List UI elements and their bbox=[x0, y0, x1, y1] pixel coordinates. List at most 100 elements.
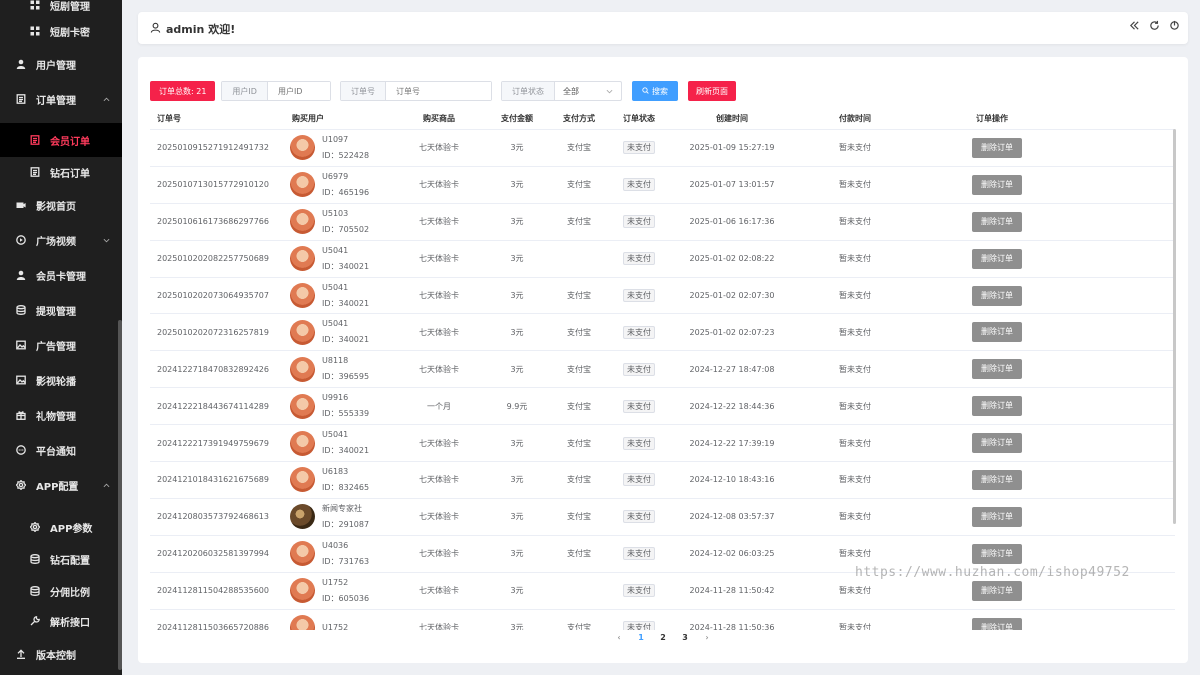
status-badge: 未支付 bbox=[623, 178, 655, 192]
status-cell: 未支付 bbox=[612, 141, 666, 155]
actions-cell: 删除订单 bbox=[912, 174, 1072, 195]
sidebar-item[interactable]: APP配置 bbox=[0, 468, 122, 502]
status-cell: 未支付 bbox=[612, 362, 666, 376]
sidebar-scrollbar[interactable] bbox=[118, 320, 122, 670]
fullscreen-icon[interactable] bbox=[1169, 20, 1180, 34]
amount: 3元 bbox=[510, 549, 524, 559]
buyer-id: ID：705502 bbox=[322, 224, 370, 234]
delete-order-button[interactable]: 删除订单 bbox=[972, 211, 1022, 232]
order-no-input[interactable] bbox=[385, 82, 491, 100]
sidebar-item[interactable]: 广告管理 bbox=[0, 328, 122, 362]
image-icon bbox=[14, 338, 28, 352]
orders-table: 订单号 购买用户 购买商品 支付金额 支付方式 订单状态 创建时间 付款时间 订… bbox=[150, 108, 1175, 630]
watermark: https://www.huzhan.com/ishop49752 bbox=[855, 565, 1130, 580]
sidebar-item[interactable]: APP参数 bbox=[0, 510, 122, 544]
product: 七天体验卡 bbox=[419, 327, 459, 337]
buyer-id: ID：555339 bbox=[322, 409, 370, 419]
buyer-name: 新闻专家社 bbox=[322, 503, 362, 513]
delete-order-button[interactable]: 删除订单 bbox=[972, 359, 1022, 380]
amount: 3元 bbox=[510, 364, 524, 374]
delete-order-button[interactable]: 删除订单 bbox=[972, 248, 1022, 269]
actions-cell: 删除订单 bbox=[912, 506, 1072, 527]
delete-order-button[interactable]: 删除订单 bbox=[972, 617, 1022, 630]
delete-order-button[interactable]: 删除订单 bbox=[972, 469, 1022, 490]
sidebar-item[interactable]: 广场视频 bbox=[0, 223, 122, 257]
sidebar-item[interactable]: 分佣比例 bbox=[0, 574, 122, 608]
chevron-down-icon bbox=[606, 87, 613, 96]
gear-icon bbox=[28, 520, 42, 534]
buyer-cell: U6979 ID：465196 bbox=[287, 169, 390, 201]
pay-method: 支付宝 bbox=[567, 438, 591, 448]
pay-method: 支付宝 bbox=[567, 143, 591, 153]
actions-cell: 删除订单 bbox=[912, 137, 1072, 158]
product: 七天体验卡 bbox=[419, 254, 459, 264]
user-id-filter: 用户ID bbox=[221, 81, 331, 101]
delete-order-button[interactable]: 删除订单 bbox=[972, 543, 1022, 564]
delete-order-button[interactable]: 删除订单 bbox=[972, 285, 1022, 306]
sidebar-item[interactable]: 用户管理 bbox=[0, 47, 122, 81]
order-number: 2025010202073064935707 bbox=[157, 291, 269, 300]
prev-page-button[interactable]: ‹ bbox=[608, 633, 630, 642]
sidebar-item[interactable]: 会员卡管理 bbox=[0, 258, 122, 292]
status-badge: 未支付 bbox=[623, 399, 655, 413]
amount: 3元 bbox=[510, 327, 524, 337]
order-number: 2024120206032581397994 bbox=[157, 549, 269, 559]
delete-order-button[interactable]: 删除订单 bbox=[972, 580, 1022, 601]
buyer-info: U5041 ID：340021 bbox=[322, 316, 369, 348]
avatar bbox=[290, 135, 315, 161]
sidebar-item[interactable]: 短剧卡密 bbox=[0, 14, 122, 48]
page-1-button[interactable]: 1 bbox=[630, 633, 652, 642]
refresh-page-button[interactable]: 刷新页面 bbox=[687, 81, 736, 101]
status-cell: 未支付 bbox=[612, 510, 666, 524]
buyer-info: U4036 ID：731763 bbox=[322, 538, 369, 570]
header-buyer: 购买用户 bbox=[292, 114, 324, 123]
actions-cell: 删除订单 bbox=[912, 617, 1072, 630]
sidebar-item[interactable]: 钻石配置 bbox=[0, 542, 122, 576]
status-badge: 未支付 bbox=[623, 325, 655, 339]
sidebar-item[interactable]: 订单管理 bbox=[0, 82, 122, 116]
sidebar-item[interactable]: 会员订单 bbox=[0, 123, 122, 157]
top-header: admin 欢迎! bbox=[138, 12, 1188, 44]
delete-order-button[interactable]: 删除订单 bbox=[972, 433, 1022, 454]
user-icon bbox=[14, 268, 28, 282]
chevron-up-icon bbox=[103, 94, 110, 105]
avatar bbox=[290, 541, 315, 567]
page-3-button[interactable]: 3 bbox=[674, 633, 696, 642]
actions-cell: 删除订单 bbox=[912, 543, 1072, 564]
amount: 3元 bbox=[510, 143, 524, 153]
product: 七天体验卡 bbox=[419, 586, 459, 596]
sidebar-item[interactable]: 影视首页 bbox=[0, 188, 122, 222]
amount: 3元 bbox=[510, 254, 524, 264]
delete-order-button[interactable]: 删除订单 bbox=[972, 174, 1022, 195]
pay-method: 支付宝 bbox=[567, 401, 591, 411]
delete-order-button[interactable]: 删除订单 bbox=[972, 506, 1022, 527]
page-2-button[interactable]: 2 bbox=[652, 633, 674, 642]
buyer-id: ID：832465 bbox=[322, 482, 370, 492]
sidebar-item[interactable]: 钻石订单 bbox=[0, 155, 122, 189]
delete-order-button[interactable]: 删除订单 bbox=[972, 322, 1022, 343]
avatar bbox=[290, 467, 315, 493]
table-scrollbar[interactable] bbox=[1173, 129, 1176, 524]
next-page-button[interactable]: › bbox=[696, 633, 718, 642]
actions-cell: 删除订单 bbox=[912, 248, 1072, 269]
sidebar-item[interactable]: 平台通知 bbox=[0, 433, 122, 467]
delete-order-button[interactable]: 删除订单 bbox=[972, 396, 1022, 417]
buyer-cell: U5103 ID：705502 bbox=[287, 206, 390, 238]
pay-method: 支付宝 bbox=[567, 623, 591, 630]
actions-cell: 删除订单 bbox=[912, 396, 1072, 417]
sidebar-item[interactable]: 版本控制 bbox=[0, 637, 122, 671]
sidebar-item-label: 解析接口 bbox=[50, 617, 90, 629]
sidebar-item[interactable]: 影视轮播 bbox=[0, 363, 122, 397]
sidebar-item[interactable]: 礼物管理 bbox=[0, 398, 122, 432]
order-number: 2025010202072316257819 bbox=[157, 327, 269, 337]
sidebar-item[interactable]: 解析接口 bbox=[0, 604, 122, 638]
avatar bbox=[290, 172, 315, 198]
delete-order-button[interactable]: 删除订单 bbox=[972, 137, 1022, 158]
search-button[interactable]: 搜索 bbox=[631, 81, 678, 101]
sidebar-item[interactable]: 提现管理 bbox=[0, 293, 122, 327]
collapse-sidebar-icon[interactable] bbox=[1129, 20, 1140, 34]
refresh-icon[interactable] bbox=[1149, 20, 1160, 34]
pay-method: 支付宝 bbox=[567, 291, 591, 300]
status-select[interactable]: 全部 bbox=[555, 82, 621, 100]
user-id-input[interactable] bbox=[267, 82, 330, 100]
